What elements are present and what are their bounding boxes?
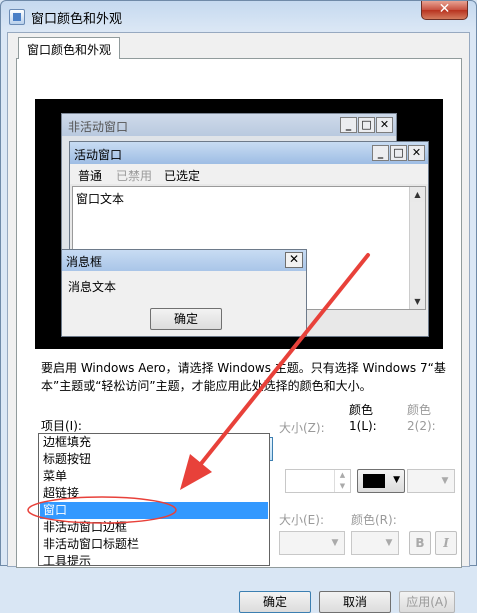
color2-button[interactable]: ▼ [407,469,455,493]
message-text: 消息文本 [68,280,117,294]
close-icon: ✕ [376,117,393,133]
scroll-down-icon: ▼ [410,294,425,309]
preview-scrollbar[interactable]: ▲ ▼ [409,187,425,309]
cancel-button[interactable]: 取消 [319,591,391,613]
scroll-up-icon: ▲ [410,187,425,202]
color2-label: 颜色 [407,403,432,417]
spinner-arrows-icon[interactable]: ▲ ▼ [334,470,350,492]
list-item[interactable]: 超链接 [40,485,268,502]
color1-swatch [363,474,385,488]
chevron-down-icon: ▼ [331,538,339,548]
list-item-selected[interactable]: 窗口 [40,502,268,519]
list-item[interactable]: 边框填充 [40,434,268,451]
chevron-down-icon: ▼ [393,475,400,485]
italic-button[interactable]: I [435,531,457,555]
maximize-icon: □ [390,145,407,161]
message-box-preview[interactable]: 消息框 ✕ 消息文本 确定 [61,249,307,337]
chevron-down-icon: ▼ [385,538,393,548]
color3-button[interactable]: ▼ [351,531,399,555]
active-title-bar[interactable]: 活动窗口 _ □ ✕ [70,142,428,164]
color1b-label: 1(L): [349,419,377,433]
list-item[interactable]: 非活动窗口标题栏 [40,536,268,553]
size2-select[interactable]: ▼ [279,531,345,555]
list-item[interactable]: 非活动窗口边框 [40,519,268,536]
size1-spinner[interactable]: ▲ ▼ [285,469,351,493]
menu-disabled[interactable]: 已禁用 [116,167,152,184]
size1-label: 大小(Z): [279,421,325,435]
preview-ok-button[interactable]: 确定 [150,308,222,330]
close-icon: ✕ [408,145,425,161]
tab-window-color[interactable]: 窗口颜色和外观 [18,37,121,59]
inactive-window-title: 非活动窗口 [68,120,129,134]
maximize-icon: □ [358,117,375,133]
item-label: 项目(I): [41,419,82,433]
message-box-title-bar[interactable]: 消息框 ✕ [62,250,306,271]
preview-menu-bar[interactable]: 普通 已禁用 已选定 [70,164,428,184]
color2b-label: 2(2): [407,419,436,433]
ok-button[interactable]: 确定 [239,591,311,613]
list-item[interactable]: 工具提示 [40,553,268,565]
color3-label: 颜色(R): [351,513,397,527]
info-text: 要启用 Windows Aero，请选择 Windows 主题。只有选择 Win… [41,361,446,393]
window-text: 窗口文本 [76,192,125,206]
list-item[interactable]: 菜单 [40,468,268,485]
minimize-icon: _ [340,117,357,133]
appearance-preview[interactable]: 非活动窗口 _ □ ✕ 活动窗口 _ □ ✕ 普通 已禁用 已选定 窗口文本 ▲… [35,99,443,349]
message-box-title: 消息框 [66,255,103,269]
bold-button[interactable]: B [409,531,431,555]
color1-label: 颜色 [349,403,374,417]
inactive-title-bar[interactable]: 非活动窗口 _ □ ✕ [62,114,396,136]
minimize-icon: _ [372,145,389,161]
chevron-down-icon: ▼ [441,476,449,486]
list-item[interactable]: 标题按钮 [40,451,268,468]
apply-button[interactable]: 应用(A) [399,591,455,613]
color1-button[interactable]: ▼ [357,469,405,493]
size2-label: 大小(E): [279,513,324,527]
menu-normal[interactable]: 普通 [78,167,102,184]
close-button[interactable]: ✕ [421,1,468,20]
active-window-title: 活动窗口 [74,148,123,162]
window-icon [9,9,25,25]
menu-selected[interactable]: 已选定 [164,167,200,184]
item-dropdown-list[interactable]: 边框填充 标题按钮 菜单 超链接 窗口 非活动窗口边框 非活动窗口标题栏 工具提… [38,433,270,566]
window-title: 窗口颜色和外观 [31,12,123,27]
close-icon: ✕ [285,252,303,268]
title-bar: 窗口颜色和外观 ✕ [1,1,476,31]
